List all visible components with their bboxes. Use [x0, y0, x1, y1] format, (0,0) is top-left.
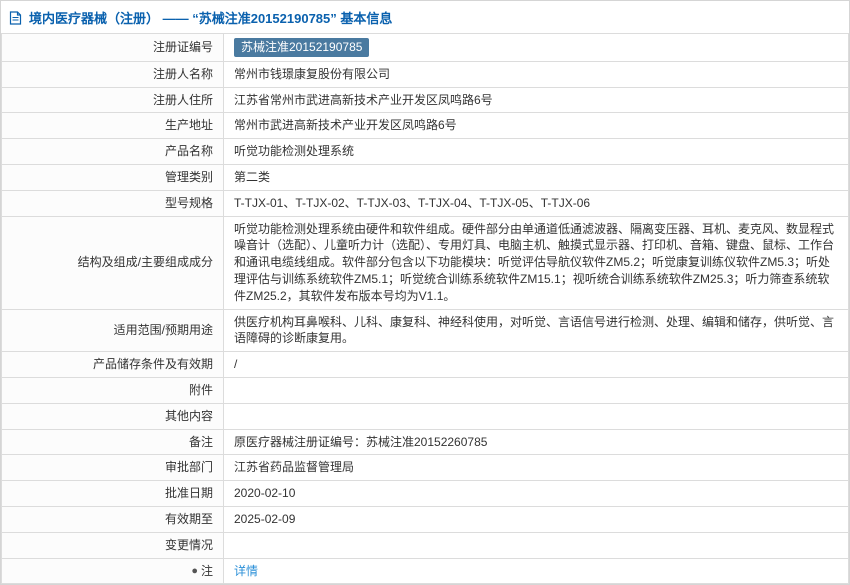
page-title: 境内医疗器械（注册） —— “苏械注准20152190785” 基本信息: [29, 11, 393, 26]
table-row: 注册人住所 江苏省常州市武进高新技术产业开发区凤鸣路6号: [1, 86, 849, 114]
row-label: 产品储存条件及有效期: [1, 351, 224, 378]
table-row: 其他内容: [1, 402, 849, 430]
row-label: ● 注: [1, 557, 224, 585]
row-value: 听觉功能检测处理系统由硬件和软件组成。硬件部分由单通道低通滤波器、隔离变压器、耳…: [223, 215, 849, 310]
row-label: 型号规格: [1, 189, 224, 217]
row-value: 2020-02-10: [223, 480, 849, 507]
row-value: [223, 402, 849, 430]
table-row: 型号规格 T-TJX-01、T-TJX-02、T-TJX-03、T-TJX-04…: [1, 189, 849, 217]
table-row: 批准日期 2020-02-10: [1, 480, 849, 507]
row-label: 产品名称: [1, 138, 224, 165]
document-icon: [9, 10, 22, 25]
table-row: 变更情况: [1, 531, 849, 559]
table-row: 产品名称 听觉功能检测处理系统: [1, 138, 849, 165]
row-label: 变更情况: [1, 531, 224, 559]
table-row: 注册人名称 常州市钱璟康复股份有限公司: [1, 60, 849, 88]
row-value: 苏械注准20152190785: [223, 33, 849, 62]
row-label: 结构及组成/主要组成成分: [1, 215, 224, 310]
row-value: 供医疗机构耳鼻喉科、儿科、康复科、神经科使用，对听觉、言语信号进行检测、处理、编…: [223, 308, 849, 353]
row-label: 注册人住所: [1, 86, 224, 114]
table-row: ● 注 详情: [1, 557, 849, 585]
row-value: 2025-02-09: [223, 505, 849, 533]
table-row: 附件: [1, 376, 849, 404]
table-row: 审批部门 江苏省药品监督管理局: [1, 454, 849, 482]
row-value: [223, 531, 849, 559]
row-label: 其他内容: [1, 402, 224, 430]
row-label: 生产地址: [1, 112, 224, 140]
table-row: 生产地址 常州市武进高新技术产业开发区凤鸣路6号: [1, 112, 849, 140]
table-row: 有效期至 2025-02-09: [1, 505, 849, 533]
registration-info-table: 注册证编号 苏械注准20152190785 注册人名称 常州市钱璟康复股份有限公…: [1, 33, 849, 585]
row-label: 备注: [1, 428, 224, 456]
table-row: 产品储存条件及有效期 /: [1, 351, 849, 378]
row-label: 注册人名称: [1, 60, 224, 88]
row-value: 常州市武进高新技术产业开发区凤鸣路6号: [223, 112, 849, 140]
registration-detail-page: 境内医疗器械（注册） —— “苏械注准20152190785” 基本信息 注册证…: [0, 0, 850, 585]
row-value: /: [223, 351, 849, 378]
row-label: 有效期至: [1, 505, 224, 533]
table-row: 注册证编号 苏械注准20152190785: [1, 33, 849, 62]
note-icon: ●: [191, 564, 198, 577]
row-value: 原医疗器械注册证编号：苏械注准20152260785: [223, 428, 849, 456]
table-row: 适用范围/预期用途 供医疗机构耳鼻喉科、儿科、康复科、神经科使用，对听觉、言语信…: [1, 308, 849, 353]
table-row: 结构及组成/主要组成成分 听觉功能检测处理系统由硬件和软件组成。硬件部分由单通道…: [1, 215, 849, 310]
row-label: 管理类别: [1, 163, 224, 191]
row-value: 常州市钱璟康复股份有限公司: [223, 60, 849, 88]
row-value: T-TJX-01、T-TJX-02、T-TJX-03、T-TJX-04、T-TJ…: [223, 189, 849, 217]
page-header: 境内医疗器械（注册） —— “苏械注准20152190785” 基本信息: [1, 1, 849, 33]
table-row: 管理类别 第二类: [1, 163, 849, 191]
row-value: 听觉功能检测处理系统: [223, 138, 849, 165]
row-label: 附件: [1, 376, 224, 404]
row-label: 审批部门: [1, 454, 224, 482]
row-value: 江苏省常州市武进高新技术产业开发区凤鸣路6号: [223, 86, 849, 114]
registration-number-badge: 苏械注准20152190785: [234, 38, 370, 57]
details-link[interactable]: 详情: [234, 564, 258, 578]
row-value: [223, 376, 849, 404]
row-value: 详情: [223, 557, 849, 585]
note-label: 注: [200, 563, 213, 578]
row-label: 注册证编号: [1, 33, 224, 62]
row-label: 批准日期: [1, 480, 224, 507]
row-value: 江苏省药品监督管理局: [223, 454, 849, 482]
table-row: 备注 原医疗器械注册证编号：苏械注准20152260785: [1, 428, 849, 456]
row-label: 适用范围/预期用途: [1, 308, 224, 353]
row-value: 第二类: [223, 163, 849, 191]
